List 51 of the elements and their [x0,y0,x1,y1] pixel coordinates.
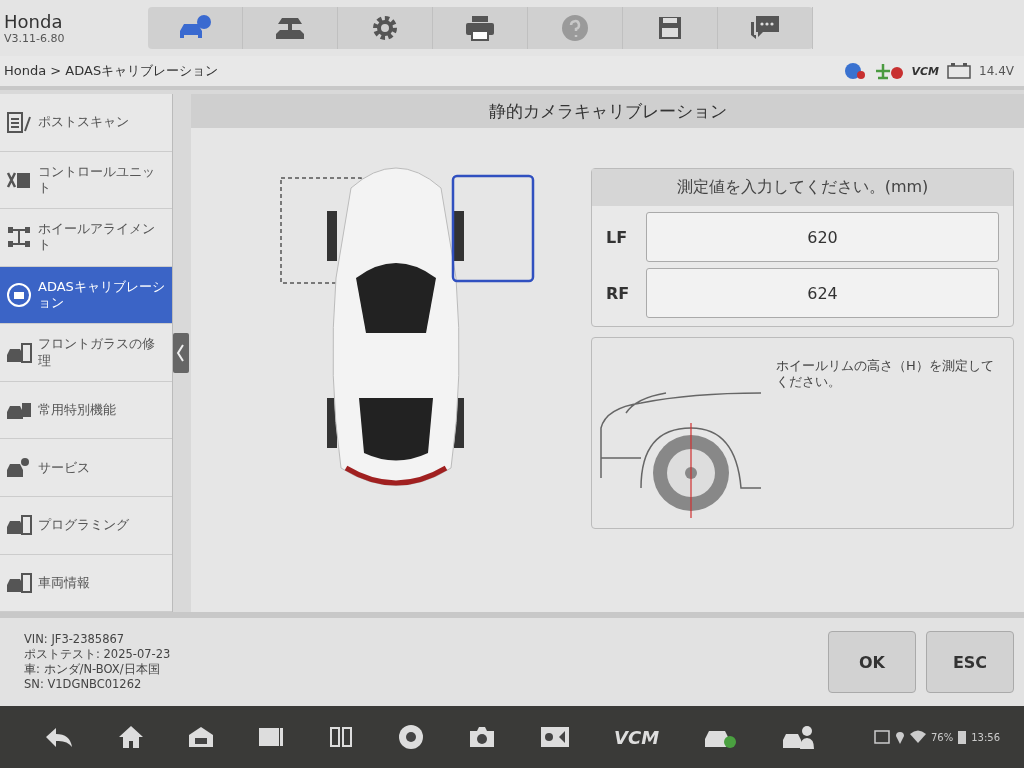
vehicle-info-text: 車: ホンダ/N-BOX/日本国 [24,662,161,677]
camera-target-icon [6,281,32,308]
cast-icon [873,730,890,744]
breadcrumb: Honda > ADASキャリブレーション [4,62,219,80]
vehicle-info-text: VIN: JF3-2385867 [24,632,126,647]
vehicle-info-text: ポストテスト: 2025-07-23 [24,647,171,662]
sidebar-item[interactable]: 常用特別機能 [0,381,172,440]
input-field[interactable]: 624 [646,268,999,318]
hint-text: ホイールリムの高さ（H）を測定してください。 [776,358,995,392]
version-label: V3.11-6.80 [4,32,66,45]
settings-icon [371,14,399,42]
connection-icon [873,61,904,81]
location-icon [894,730,905,744]
panel-title: 静的カメラキャリブレーション [191,94,1024,128]
split-screen-icon[interactable] [328,725,354,749]
ok-button[interactable]: OK [828,631,916,693]
voltage-reading: 14.4V [979,64,1014,78]
chat-icon [749,14,781,42]
sidebar-item[interactable]: プログラミング [0,496,172,555]
sidebar-item[interactable]: フロントガラスの修理 [0,324,172,382]
back-icon[interactable] [44,725,74,749]
clipboard-icon [6,109,32,136]
vehicle-info-text: SN: V1DGNBC01262 [24,677,143,692]
garage-icon[interactable] [188,725,214,749]
sidebar-item[interactable]: ADASキャリブレーション [0,266,172,325]
clock: 13:56 [971,731,1000,743]
car-person-icon[interactable] [781,724,816,750]
battery-icon [947,63,972,79]
window-icon[interactable] [258,725,284,749]
printer-icon [464,14,496,42]
measurement-title: 測定値を入力してください。(mm) [592,169,1013,206]
help-icon [561,14,589,42]
sidebar-item[interactable]: ホイールアライメント [0,209,172,267]
sidebar-item[interactable]: ポストスキャン [0,94,172,152]
battery-percent: 76% [930,731,954,743]
field-label: LF [606,227,629,247]
sidebar-item[interactable]: サービス [0,439,172,497]
vcm-button[interactable]: VCM [614,726,660,748]
brightness-volume-icon[interactable] [540,725,570,749]
home-icon[interactable] [118,725,144,749]
wifi-icon [909,730,926,744]
camera-icon[interactable] [468,725,496,749]
escape-button[interactable]: ESC [926,631,1014,693]
vcm-status: VCM [911,64,940,78]
sidebar-item[interactable]: コントロールユニット [0,151,172,210]
battery-icon [958,730,967,744]
app-title: Honda [4,11,64,32]
save-icon [656,14,684,42]
input-field[interactable]: 620 [646,212,999,262]
field-label: RF [606,283,631,303]
collapse-handle-icon[interactable] [173,333,189,373]
